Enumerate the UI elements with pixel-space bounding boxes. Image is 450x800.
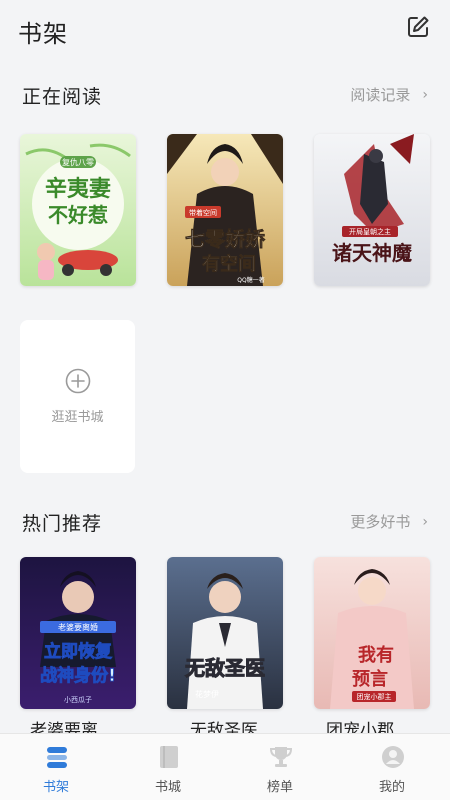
recommend-section-header: 热门推荐 更多好书 ›	[0, 509, 450, 539]
book-author: 小西瓜子	[64, 695, 92, 704]
reading-book-1[interactable]: 复仇八零 辛夷妻 不好惹	[20, 134, 136, 286]
book-badge: 带着空间	[189, 208, 217, 217]
svg-text:辛夷妻: 辛夷妻	[45, 176, 111, 202]
tab-ranking[interactable]: 榜单	[224, 734, 336, 800]
svg-text:不好惹: 不好惹	[48, 203, 108, 227]
reading-book-3[interactable]: 开局皇朝之主 诸天神魔	[314, 134, 430, 286]
svg-text:七零娇娇: 七零娇娇	[185, 227, 266, 251]
tab-label: 我的	[378, 780, 405, 795]
book-badge: 老婆要离婚	[58, 622, 98, 632]
browse-store-card[interactable]: 逛逛书城	[20, 320, 135, 473]
svg-text:无敌圣医: 无敌圣医	[185, 656, 265, 680]
svg-text:战神身份!: 战神身份!	[40, 665, 116, 686]
tab-label: 书架	[42, 780, 69, 795]
svg-text:诸天神魔: 诸天神魔	[332, 241, 412, 265]
tab-bookstore[interactable]: 书城	[112, 734, 224, 800]
reading-history-label: 阅读记录	[350, 86, 411, 104]
chevron-right-icon: ›	[422, 513, 428, 530]
svg-text:立即恢复: 立即恢复	[44, 641, 113, 662]
book-author: 花梦伊	[195, 689, 219, 699]
recommend-book-3[interactable]: 我有 预言 团宠小郡主	[314, 557, 430, 709]
reading-history-link[interactable]: 阅读记录 ›	[350, 84, 428, 105]
svg-text:有空间: 有空间	[202, 253, 256, 275]
recommend-book-1[interactable]: 老婆要离婚 立即恢复 战神身份! 小西瓜子	[20, 557, 136, 709]
trophy-icon	[269, 747, 293, 767]
recommend-section-title: 热门推荐	[22, 513, 103, 535]
plus-circle-icon	[65, 368, 91, 394]
header: 书架	[0, 0, 450, 60]
book-author: QQ糖一著	[237, 276, 264, 284]
tab-bookshelf[interactable]: 书架	[0, 734, 112, 800]
svg-text:我有: 我有	[358, 644, 394, 666]
chevron-right-icon: ›	[422, 86, 428, 103]
edit-icon[interactable]	[405, 14, 431, 40]
profile-icon	[382, 746, 404, 768]
book-icon	[160, 746, 178, 768]
svg-text:预言: 预言	[352, 668, 388, 690]
more-books-link[interactable]: 更多好书 ›	[350, 511, 428, 532]
reading-section-title: 正在阅读	[22, 86, 103, 108]
page-title: 书架	[18, 20, 68, 48]
more-books-label: 更多好书	[350, 513, 411, 531]
bottom-tab-bar: 书架 书城 榜单 我的	[0, 733, 450, 800]
tab-label: 书城	[154, 780, 181, 795]
tab-profile[interactable]: 我的	[336, 734, 448, 800]
bookshelf-icon	[47, 747, 67, 768]
book-badge: 开局皇朝之主	[349, 227, 391, 236]
reading-section-header: 正在阅读 阅读记录 ›	[0, 82, 450, 112]
tab-label: 榜单	[266, 780, 293, 795]
browse-store-label: 逛逛书城	[51, 410, 104, 425]
book-badge: 复仇八零	[62, 157, 94, 167]
reading-book-2[interactable]: 带着空间 七零娇娇 有空间 QQ糖一著	[167, 134, 283, 286]
recommend-book-2[interactable]: 无敌圣医 花梦伊	[167, 557, 283, 709]
book-badge: 团宠小郡主	[357, 692, 392, 701]
